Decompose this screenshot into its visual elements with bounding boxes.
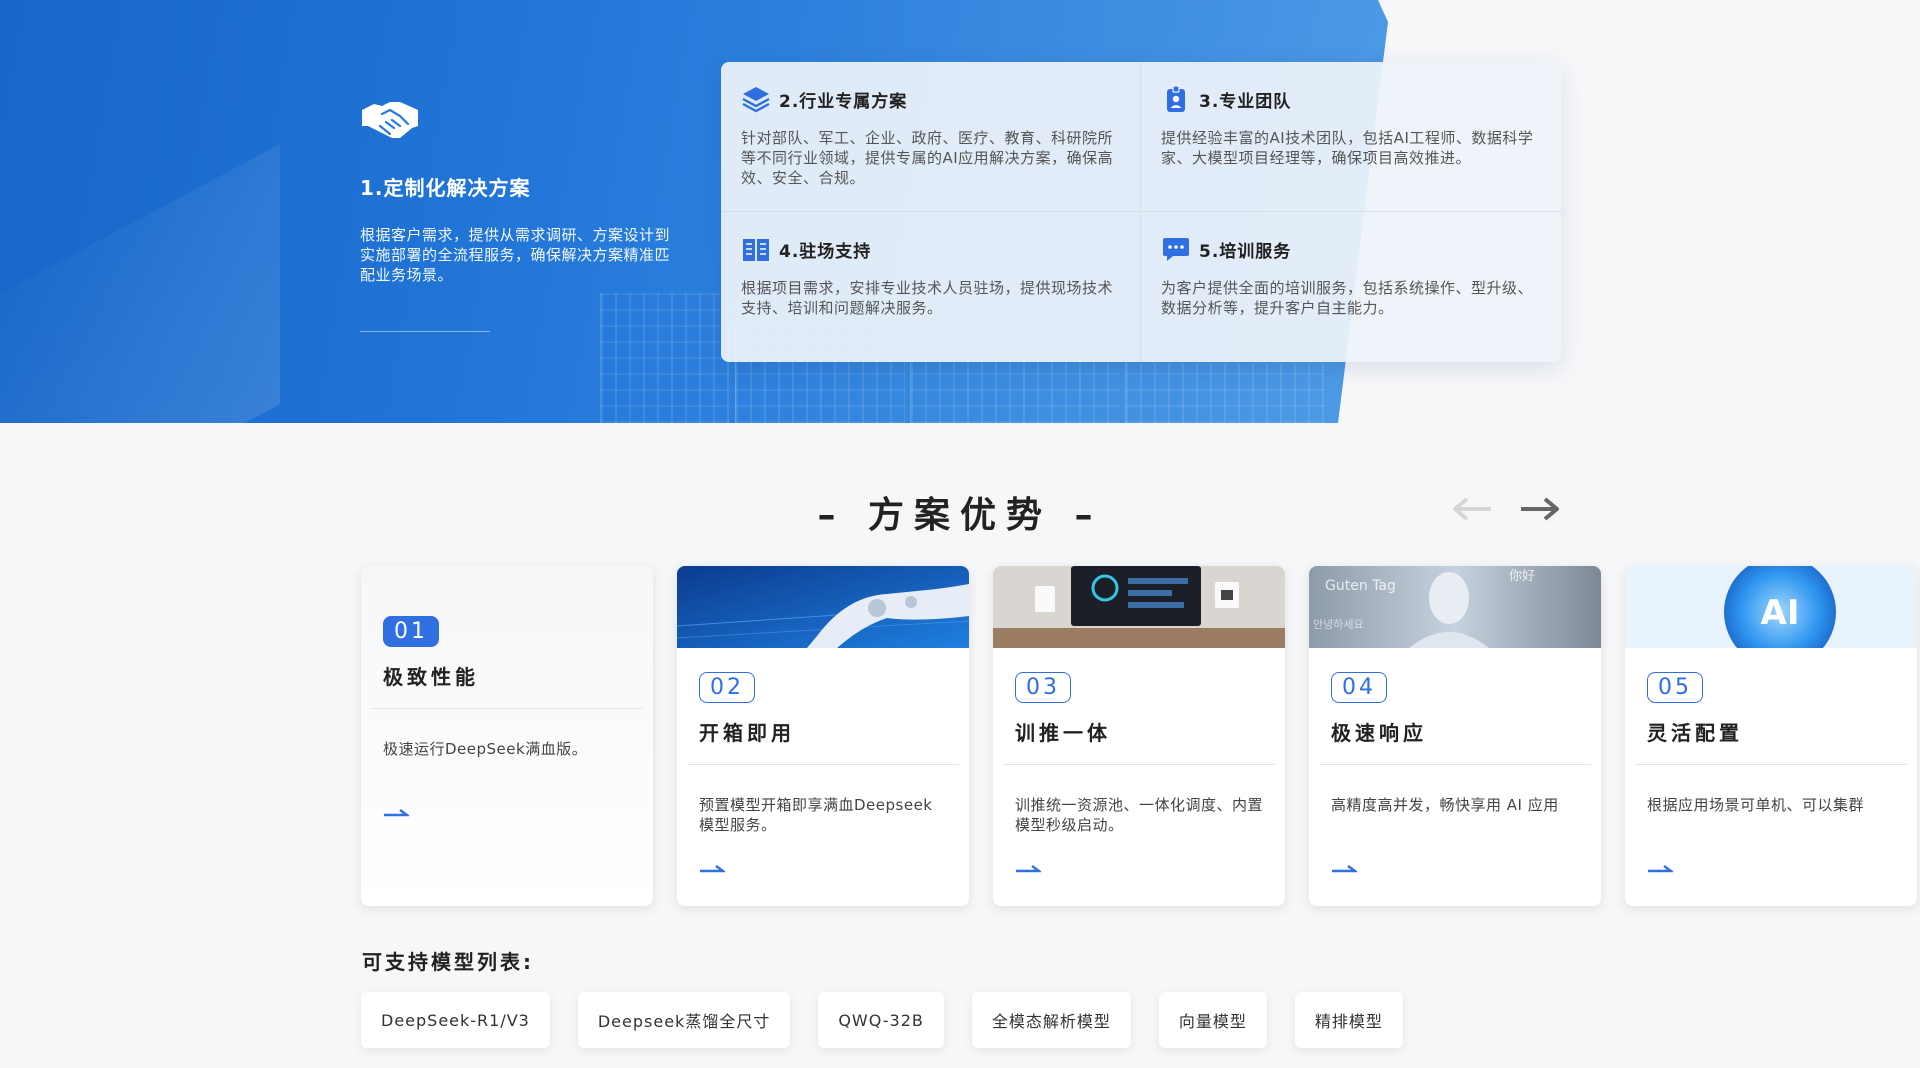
arrow-right-icon[interactable]: [1331, 863, 1357, 875]
card-desc: 极速运行DeepSeek满血版。: [383, 740, 588, 758]
card-desc: 训推统一资源池、一体化调度、内置模型秒级启动。: [1015, 796, 1264, 834]
hero-light-streak: [0, 144, 280, 423]
service-desc: 为客户提供全面的培训服务，包括系统操作、型升级、数据分析等，提升客户自主能力。: [1161, 279, 1534, 317]
layers-icon: [742, 87, 770, 113]
book-icon: [743, 239, 769, 261]
ai-humanoid-image: Guten Tag 你好 안녕하세요: [1309, 566, 1601, 648]
service-training: 5.培训服务 为客户提供全面的培训服务，包括系统操作、型升级、数据分析等，提升客…: [1141, 212, 1561, 362]
prev-arrow-button[interactable]: [1451, 494, 1495, 524]
id-badge-icon: [1167, 85, 1185, 112]
card-divider: [1319, 764, 1591, 765]
model-chip-list: DeepSeek-R1/V3 Deepseek蒸馏全尺寸 QWQ-32B 全模态…: [361, 992, 1403, 1048]
card-desc: 预置模型开箱即享满血Deepseek模型服务。: [699, 796, 933, 834]
model-chip[interactable]: 全模态解析模型: [971, 992, 1131, 1048]
arrow-right-icon[interactable]: [1015, 863, 1041, 875]
card-divider: [687, 764, 959, 765]
card-desc: 高精度高并发，畅快享用 AI 应用: [1331, 796, 1559, 814]
custom-solution-title: 1.定制化解决方案: [360, 176, 531, 200]
custom-solution-block: 1.定制化解决方案 根据客户需求，提供从需求调研、方案设计到实施部署的全流程服务…: [360, 96, 680, 332]
svg-text:안녕하세요: 안녕하세요: [1313, 617, 1364, 631]
card-number: 03: [1015, 672, 1071, 703]
services-panel: 2.行业专属方案 针对部队、军工、企业、政府、医疗、教育、科研院所等不同行业领域…: [721, 62, 1561, 362]
service-team: 3.专业团队 提供经验丰富的AI技术团队，包括AI工程师、数据科学家、大模型项目…: [1141, 62, 1561, 212]
service-title: 2.行业专属方案: [779, 91, 908, 112]
card-number: 04: [1331, 672, 1387, 703]
service-desc: 针对部队、军工、企业、政府、医疗、教育、科研院所等不同行业领域，提供专属的AI应…: [741, 129, 1114, 187]
advantages-title: – 方案优势 –: [817, 495, 1103, 536]
next-arrow-button[interactable]: [1517, 494, 1561, 524]
building-graphic: [1125, 363, 1325, 423]
ai-sphere-image: AI: [1625, 566, 1917, 668]
service-desc: 提供经验丰富的AI技术团队，包括AI工程师、数据科学家、大模型项目经理等，确保项…: [1161, 129, 1534, 167]
svg-text:Guten Tag: Guten Tag: [1325, 578, 1396, 594]
arrow-right-icon[interactable]: [383, 807, 409, 819]
card-title: 开箱即用: [699, 721, 795, 745]
smart-panel-image: [993, 566, 1285, 648]
card-divider: [371, 708, 643, 709]
models-list-title: 可支持模型列表:: [362, 950, 534, 974]
service-onsite: 4.驻场支持 根据项目需求，安排专业技术人员驻场，提供现场技术支持、培训和问题解…: [721, 212, 1141, 362]
advantage-card[interactable]: AI 05 灵活配置 根据应用场景可单机、可以集群: [1625, 566, 1917, 906]
svg-text:你好: 你好: [1509, 569, 1535, 584]
arrow-right-icon[interactable]: [1647, 863, 1673, 875]
advantage-card[interactable]: 01 极致性能 极速运行DeepSeek满血版。: [361, 566, 653, 906]
service-title: 5.培训服务: [1199, 241, 1292, 262]
card-title: 极速响应: [1331, 721, 1427, 745]
custom-solution-desc: 根据客户需求，提供从需求调研、方案设计到实施部署的全流程服务，确保解决方案精准匹…: [360, 226, 671, 284]
svg-text:AI: AI: [1761, 593, 1800, 633]
advantage-card[interactable]: 03 训推一体 训推统一资源池、一体化调度、内置模型秒级启动。: [993, 566, 1285, 906]
service-title: 3.专业团队: [1199, 91, 1292, 112]
building-graphic: [910, 353, 1120, 423]
model-chip[interactable]: QWQ-32B: [818, 992, 944, 1048]
model-chip[interactable]: DeepSeek-R1/V3: [361, 992, 550, 1048]
service-industry: 2.行业专属方案 针对部队、军工、企业、政府、医疗、教育、科研院所等不同行业领域…: [721, 62, 1141, 212]
chat-bubble-icon: [1163, 238, 1189, 261]
model-chip[interactable]: 精排模型: [1294, 992, 1403, 1048]
card-title: 极致性能: [383, 665, 479, 689]
advantage-card[interactable]: Guten Tag 你好 안녕하세요 04 极速响应 高精度高并发，畅快享用 A…: [1309, 566, 1601, 906]
card-number: 02: [699, 672, 755, 703]
advantage-card[interactable]: 02 开箱即用 预置模型开箱即享满血Deepseek模型服务。: [677, 566, 969, 906]
card-number: 05: [1647, 672, 1703, 703]
card-title: 灵活配置: [1647, 721, 1743, 745]
service-desc: 根据项目需求，安排专业技术人员驻场，提供现场技术支持、培训和问题解决服务。: [741, 279, 1114, 317]
service-title: 4.驻场支持: [779, 241, 872, 262]
card-divider: [1003, 764, 1275, 765]
card-number: 01: [383, 616, 439, 647]
card-title: 训推一体: [1015, 721, 1111, 745]
hero-divider: [360, 331, 490, 332]
model-chip[interactable]: Deepseek蒸馏全尺寸: [577, 992, 791, 1048]
arrow-right-icon[interactable]: [699, 863, 725, 875]
robot-hand-image: [677, 566, 969, 648]
model-chip[interactable]: 向量模型: [1158, 992, 1267, 1048]
handshake-icon: [362, 102, 418, 138]
card-divider: [1635, 764, 1907, 765]
card-desc: 根据应用场景可单机、可以集群: [1647, 796, 1865, 814]
